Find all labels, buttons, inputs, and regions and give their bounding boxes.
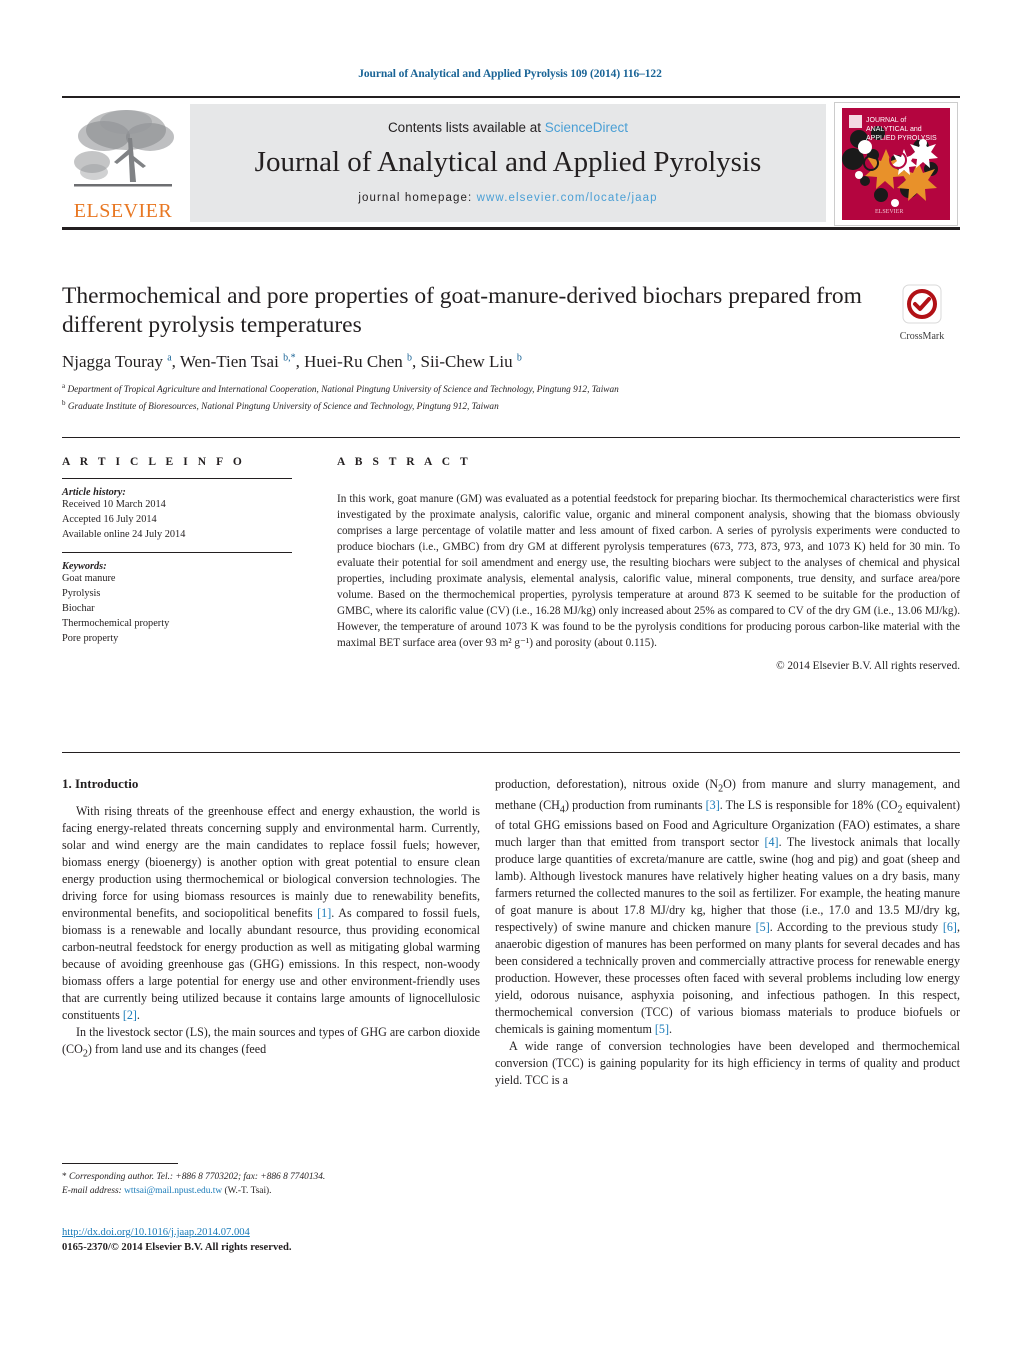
cover-publisher: ELSEVIER (875, 209, 903, 215)
doi-link[interactable]: http://dx.doi.org/10.1016/j.jaap.2014.07… (62, 1225, 482, 1240)
abstract-panel: A B S T R A C T In this work, goat manur… (337, 456, 960, 672)
issn-copyright-line: 0165-2370/© 2014 Elsevier B.V. All right… (62, 1242, 292, 1254)
journal-title: Journal of Analytical and Applied Pyroly… (254, 146, 762, 178)
running-head: Journal of Analytical and Applied Pyroly… (358, 68, 662, 80)
corresponding-author-note: * Corresponding author. Tel.: +886 8 770… (62, 1170, 482, 1198)
elsevier-wordmark: ELSEVIER (73, 200, 173, 222)
keyword-item: Thermochemical property (62, 617, 170, 629)
journal-homepage-link[interactable]: www.elsevier.com/locate/jaap (477, 192, 658, 204)
body-column-right: production, deforestation), nitrous oxid… (495, 776, 960, 1089)
cover-title-2: ANALYTICAL and (866, 126, 922, 133)
abstract-heading: A B S T R A C T (337, 456, 472, 468)
article-received-date: Received 10 March 2014 (62, 499, 166, 510)
paragraph: A wide range of conversion technologies … (495, 1038, 960, 1087)
article-info-heading: A R T I C L E I N F O (62, 456, 246, 468)
cover-title-1: JOURNAL of (866, 117, 906, 124)
masthead-banner: Contents lists available at ScienceDirec… (190, 104, 826, 222)
keyword-item: Goat manure (62, 573, 116, 585)
paragraph: With rising threats of the greenhouse ef… (62, 804, 480, 1022)
paragraph: production, deforestation), nitrous oxid… (495, 777, 961, 1036)
abstract-copyright: © 2014 Elsevier B.V. All rights reserved… (776, 660, 960, 673)
contents-prefix: Contents lists available at (387, 120, 545, 135)
article-history-label: Article history: (62, 487, 126, 498)
journal-cover-art: JOURNAL of ANALYTICAL and APPLIED PYROLY… (835, 103, 957, 225)
elsevier-tree-icon (74, 110, 174, 187)
affiliation-b: b Graduate Institute of Bioresources, Na… (62, 398, 499, 412)
crossmark-icon (902, 284, 942, 324)
article-info-panel: A R T I C L E I N F O Article history: R… (62, 456, 312, 647)
email-suffix: (W.-T. Tsai). (224, 1186, 272, 1197)
elsevier-logo: ELSEVIER (64, 104, 182, 224)
article-info-rule-2 (62, 552, 292, 554)
article-available-date: Available online 24 July 2014 (62, 528, 186, 540)
body-column-left: 1. Introductio With rising threats of th… (62, 776, 480, 1061)
paragraph: In the livestock sector (LS), the main s… (62, 1024, 480, 1060)
title-block: Thermochemical and pore properties of go… (62, 282, 862, 414)
keyword-item: Pyrolysis (62, 588, 101, 600)
journal-masthead: ELSEVIER Contents lists available at Sci… (62, 96, 960, 230)
affiliation-a: a Department of Tropical Agriculture and… (62, 382, 619, 396)
email-link[interactable]: wttsai@mail.npust.edu.tw (124, 1186, 222, 1196)
keyword-item: Biochar (62, 603, 95, 615)
journal-homepage-line: journal homepage: www.elsevier.com/locat… (190, 192, 826, 204)
homepage-prefix: journal homepage: (358, 192, 477, 204)
affiliation-a-text: Department of Tropical Agriculture and I… (67, 385, 619, 396)
contents-available-line: Contents lists available at ScienceDirec… (190, 120, 826, 135)
email-label: E-mail address: (62, 1186, 122, 1197)
abstract-band-top-rule (62, 437, 960, 438)
crossmark-badge[interactable]: CrossMark (884, 284, 960, 346)
doi-block: http://dx.doi.org/10.1016/j.jaap.2014.07… (62, 1225, 482, 1255)
affiliation-b-text: Graduate Institute of Bioresources, Nati… (67, 401, 499, 412)
keyword-item: Pore property (62, 632, 119, 644)
email-line: E-mail address: wttsai@mail.npust.edu.tw… (62, 1184, 482, 1198)
abstract-text: In this work, goat manure (GM) was evalu… (337, 493, 960, 650)
footnote-rule (62, 1163, 178, 1164)
author-list: Njagga Touray a, Wen-Tien Tsai b,*, Huei… (62, 352, 522, 372)
page-title: Thermochemical and pore properties of go… (62, 283, 862, 339)
masthead-top-rule (62, 96, 960, 98)
paper-page: Journal of Analytical and Applied Pyroly… (0, 0, 1020, 1351)
section-heading-introduction: 1. Introductio (62, 776, 139, 791)
article-info-rule-1 (62, 478, 292, 479)
keywords-label: Keywords: (62, 561, 107, 573)
article-accepted-date: Accepted 16 July 2014 (62, 513, 157, 525)
masthead-bottom-rule (62, 227, 960, 230)
cover-title-3: APPLIED PYROLYSIS (866, 135, 937, 142)
crossmark-label: CrossMark (899, 331, 945, 342)
corresponding-author-line: * Corresponding author. Tel.: +886 8 770… (62, 1172, 326, 1182)
journal-cover-thumbnail: JOURNAL of ANALYTICAL and APPLIED PYROLY… (834, 102, 958, 226)
sciencedirect-link[interactable]: ScienceDirect (545, 120, 628, 135)
affiliation-list: a Department of Tropical Agriculture and… (62, 381, 862, 414)
abstract-band-bottom-rule (62, 752, 960, 753)
